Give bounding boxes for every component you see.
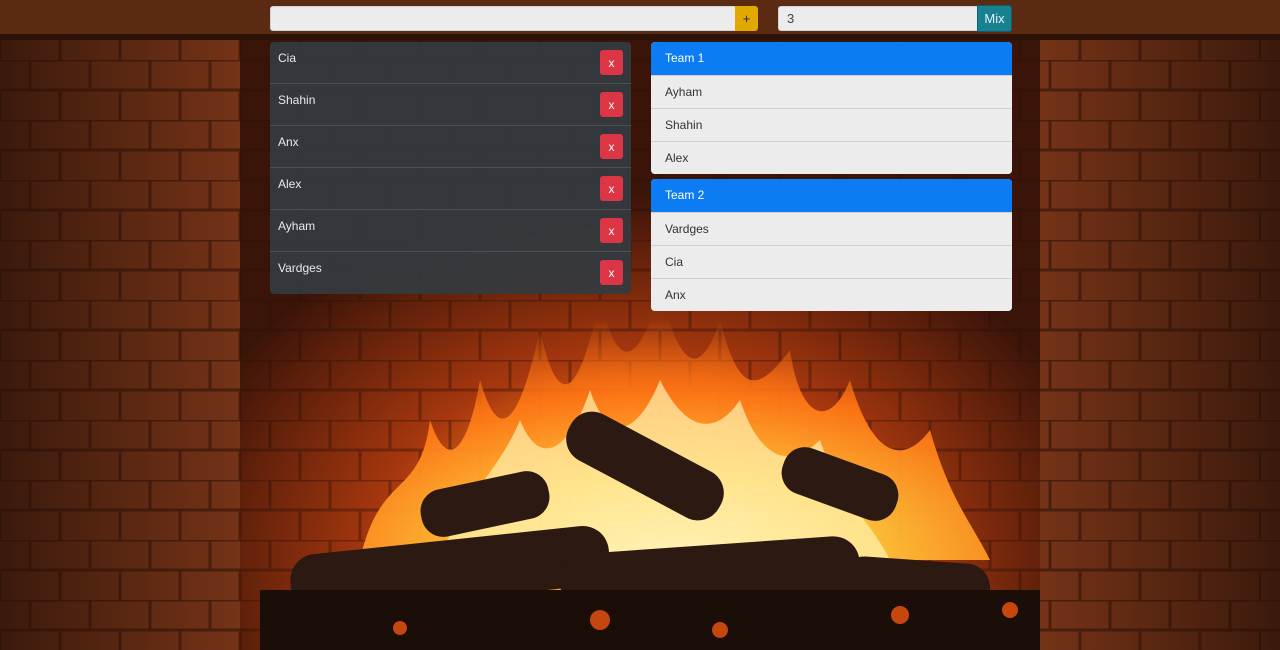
player-name: Cia [278,51,297,65]
player-name: Anx [278,135,299,149]
remove-player-button[interactable]: x [600,260,623,285]
team-card-2: Team 2 Vardges Cia Anx [651,179,1012,311]
team-member: Anx [651,278,1012,311]
player-name: Alex [278,177,302,191]
add-player-button[interactable]: + [735,6,758,31]
team-title: Team 2 [651,179,1012,212]
team-member: Alex [651,141,1012,174]
player-name: Vardges [278,261,322,275]
team-title: Team 1 [651,42,1012,75]
player-name-input[interactable] [270,6,735,31]
fireplace-background [0,0,1280,650]
player-row: Alex x [270,168,631,210]
remove-player-button[interactable]: x [600,134,623,159]
remove-player-button[interactable]: x [600,218,623,243]
remove-player-button[interactable]: x [600,176,623,201]
team-member: Ayham [651,75,1012,108]
team-card-1: Team 1 Ayham Shahin Alex [651,42,1012,174]
player-name: Ayham [278,219,316,233]
player-row: Anx x [270,126,631,168]
player-name: Shahin [278,93,316,107]
player-row: Cia x [270,42,631,84]
player-row: Shahin x [270,84,631,126]
player-row: Ayham x [270,210,631,252]
player-list: Cia x Shahin x Anx x Alex x Ayham x Vard… [270,42,631,294]
remove-player-button[interactable]: x [600,50,623,75]
remove-player-button[interactable]: x [600,92,623,117]
mix-button[interactable]: Mix [977,5,1012,32]
team-member: Cia [651,245,1012,278]
team-count-input[interactable] [778,6,977,31]
player-row: Vardges x [270,252,631,294]
team-member: Shahin [651,108,1012,141]
team-member: Vardges [651,212,1012,245]
